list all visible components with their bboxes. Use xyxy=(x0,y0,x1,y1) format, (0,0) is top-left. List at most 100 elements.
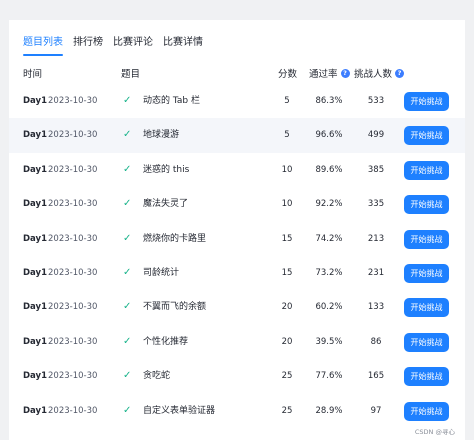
row-pass-rate: 92.2% xyxy=(315,199,343,210)
row-day: Day1 xyxy=(23,199,47,210)
row-pass-rate: 96.6% xyxy=(315,130,343,141)
row-date: 2023-10-30 xyxy=(48,130,98,141)
row-title: 迷惑的 this xyxy=(143,164,190,175)
check-icon: ✓ xyxy=(123,370,132,382)
row-day: Day1 xyxy=(23,405,47,416)
tab-problem-list[interactable]: 题目列表 xyxy=(23,36,63,56)
problem-table-body: Day1 2023-10-30 ✓ 动态的 Tab 栏 5 86.3% 533 开始挑战 Day… xyxy=(9,84,465,428)
row-pass-rate: 74.2% xyxy=(315,233,343,244)
start-challenge-button[interactable]: 开始挑战 xyxy=(404,332,449,352)
start-challenge-button[interactable]: 开始挑战 xyxy=(404,298,449,318)
header-pass-rate: 通过率 ? xyxy=(309,66,350,80)
table-row[interactable]: Day1 2023-10-30 ✓ 地球漫游 5 96.6% 499 开始挑战 xyxy=(9,118,465,153)
row-date: 2023-10-30 xyxy=(48,233,98,244)
start-challenge-button[interactable]: 开始挑战 xyxy=(404,263,449,283)
row-challenger-count: 213 xyxy=(367,233,385,244)
row-title: 个性化推荐 xyxy=(143,336,189,347)
row-challenger-count: 335 xyxy=(367,199,385,210)
row-date: 2023-10-30 xyxy=(48,267,98,278)
row-challenger-count: 385 xyxy=(367,164,385,175)
table-row[interactable]: Day1 2023-10-30 ✓ 自定义表单验证器 25 28.9% 97 开始挑战 xyxy=(9,394,465,428)
row-challenger-count: 533 xyxy=(367,96,385,106)
start-challenge-button[interactable]: 开始挑战 xyxy=(404,229,449,249)
row-title: 魔法失灵了 xyxy=(143,199,189,210)
header-challengers: 挑战人数 ? xyxy=(354,66,405,80)
watermark: CSDN @寻心 xyxy=(414,428,455,436)
problem-list-card: 题目列表 排行榜 比赛评论 比赛详情 时间 题目 分数 通过率 ? 挑战人数 ?… xyxy=(9,20,465,440)
row-score: 20 xyxy=(281,302,293,313)
row-challenger-count: 499 xyxy=(367,130,385,141)
row-day: Day1 xyxy=(23,164,47,175)
row-pass-rate: 60.2% xyxy=(315,302,343,313)
row-title: 司龄统计 xyxy=(143,267,180,278)
row-title: 自定义表单验证器 xyxy=(143,405,216,416)
row-score: 10 xyxy=(281,199,293,210)
check-icon: ✓ xyxy=(123,163,132,175)
table-row[interactable]: Day1 2023-10-30 ✓ 不翼而飞的余额 20 60.2% 133 开始挑战 xyxy=(9,290,465,324)
help-icon[interactable]: ? xyxy=(340,68,350,78)
row-title: 贪吃蛇 xyxy=(143,371,171,382)
row-title: 不翼而飞的余额 xyxy=(143,302,207,313)
row-pass-rate: 39.5% xyxy=(315,336,343,347)
table-row[interactable]: Day1 2023-10-30 ✓ 贪吃蛇 25 77.6% 165 开始挑战 xyxy=(9,359,465,393)
row-date: 2023-10-30 xyxy=(48,164,98,175)
start-challenge-button[interactable]: 开始挑战 xyxy=(404,126,449,146)
tab-comments[interactable]: 比赛评论 xyxy=(113,36,153,56)
row-date: 2023-10-30 xyxy=(48,371,98,382)
help-icon[interactable]: ? xyxy=(395,68,405,78)
row-date: 2023-10-30 xyxy=(48,405,98,416)
row-challenger-count: 133 xyxy=(367,302,385,313)
table-row[interactable]: Day1 2023-10-30 ✓ 魔法失灵了 10 92.2% 335 开始挑战 xyxy=(9,187,465,221)
row-title: 地球漫游 xyxy=(143,130,180,141)
table-row[interactable]: Day1 2023-10-30 ✓ 个性化推荐 20 39.5% 86 开始挑战 xyxy=(9,325,465,359)
row-pass-rate: 86.3% xyxy=(315,96,343,106)
check-icon: ✓ xyxy=(123,301,132,313)
row-date: 2023-10-30 xyxy=(48,336,98,347)
tab-bar: 题目列表 排行榜 比赛评论 比赛详情 xyxy=(23,36,213,56)
start-challenge-button[interactable]: 开始挑战 xyxy=(404,160,449,180)
start-challenge-button[interactable]: 开始挑战 xyxy=(404,401,449,421)
check-icon: ✓ xyxy=(123,198,132,210)
row-score: 10 xyxy=(281,164,293,175)
row-day: Day1 xyxy=(23,233,47,244)
row-score: 5 xyxy=(284,96,290,106)
row-challenger-count: 97 xyxy=(370,405,382,416)
row-score: 25 xyxy=(281,371,293,382)
check-icon: ✓ xyxy=(123,95,132,106)
tab-details[interactable]: 比赛详情 xyxy=(163,36,203,56)
row-pass-rate: 89.6% xyxy=(315,164,343,175)
header-title: 题目 xyxy=(121,69,141,80)
row-date: 2023-10-30 xyxy=(48,302,98,313)
tab-leaderboard[interactable]: 排行榜 xyxy=(73,36,103,56)
table-row[interactable]: Day1 2023-10-30 ✓ 司龄统计 15 73.2% 231 开始挑战 xyxy=(9,256,465,290)
table-row[interactable]: Day1 2023-10-30 ✓ 动态的 Tab 栏 5 86.3% 533 开始挑战 xyxy=(9,84,465,118)
table-row[interactable]: Day1 2023-10-30 ✓ 迷惑的 this 10 89.6% 385 开始挑战 xyxy=(9,153,465,187)
check-icon: ✓ xyxy=(123,404,132,416)
row-challenger-count: 86 xyxy=(370,336,382,347)
start-challenge-button[interactable]: 开始挑战 xyxy=(404,367,449,387)
row-title: 动态的 Tab 栏 xyxy=(143,96,200,106)
row-day: Day1 xyxy=(23,302,47,313)
start-challenge-button[interactable]: 开始挑战 xyxy=(404,195,449,215)
row-score: 15 xyxy=(281,267,293,278)
row-day: Day1 xyxy=(23,371,47,382)
row-pass-rate: 73.2% xyxy=(315,267,343,278)
check-icon: ✓ xyxy=(123,232,132,244)
row-pass-rate: 28.9% xyxy=(315,405,343,416)
table-row[interactable]: Day1 2023-10-30 ✓ 燃烧你的卡路里 15 74.2% 213 开始挑战 xyxy=(9,222,465,256)
row-day: Day1 xyxy=(23,96,47,106)
check-icon: ✓ xyxy=(123,266,132,278)
check-icon: ✓ xyxy=(123,129,132,141)
row-day: Day1 xyxy=(23,130,47,141)
row-challenger-count: 165 xyxy=(367,371,385,382)
header-time: 时间 xyxy=(23,69,43,80)
table-header: 时间 题目 分数 通过率 ? 挑战人数 ? xyxy=(9,60,465,82)
row-score: 20 xyxy=(281,336,293,347)
row-score: 5 xyxy=(284,130,290,141)
row-score: 25 xyxy=(281,405,293,416)
start-challenge-button[interactable]: 开始挑战 xyxy=(404,92,449,111)
row-date: 2023-10-30 xyxy=(48,96,98,106)
row-score: 15 xyxy=(281,233,293,244)
row-day: Day1 xyxy=(23,336,47,347)
row-day: Day1 xyxy=(23,267,47,278)
